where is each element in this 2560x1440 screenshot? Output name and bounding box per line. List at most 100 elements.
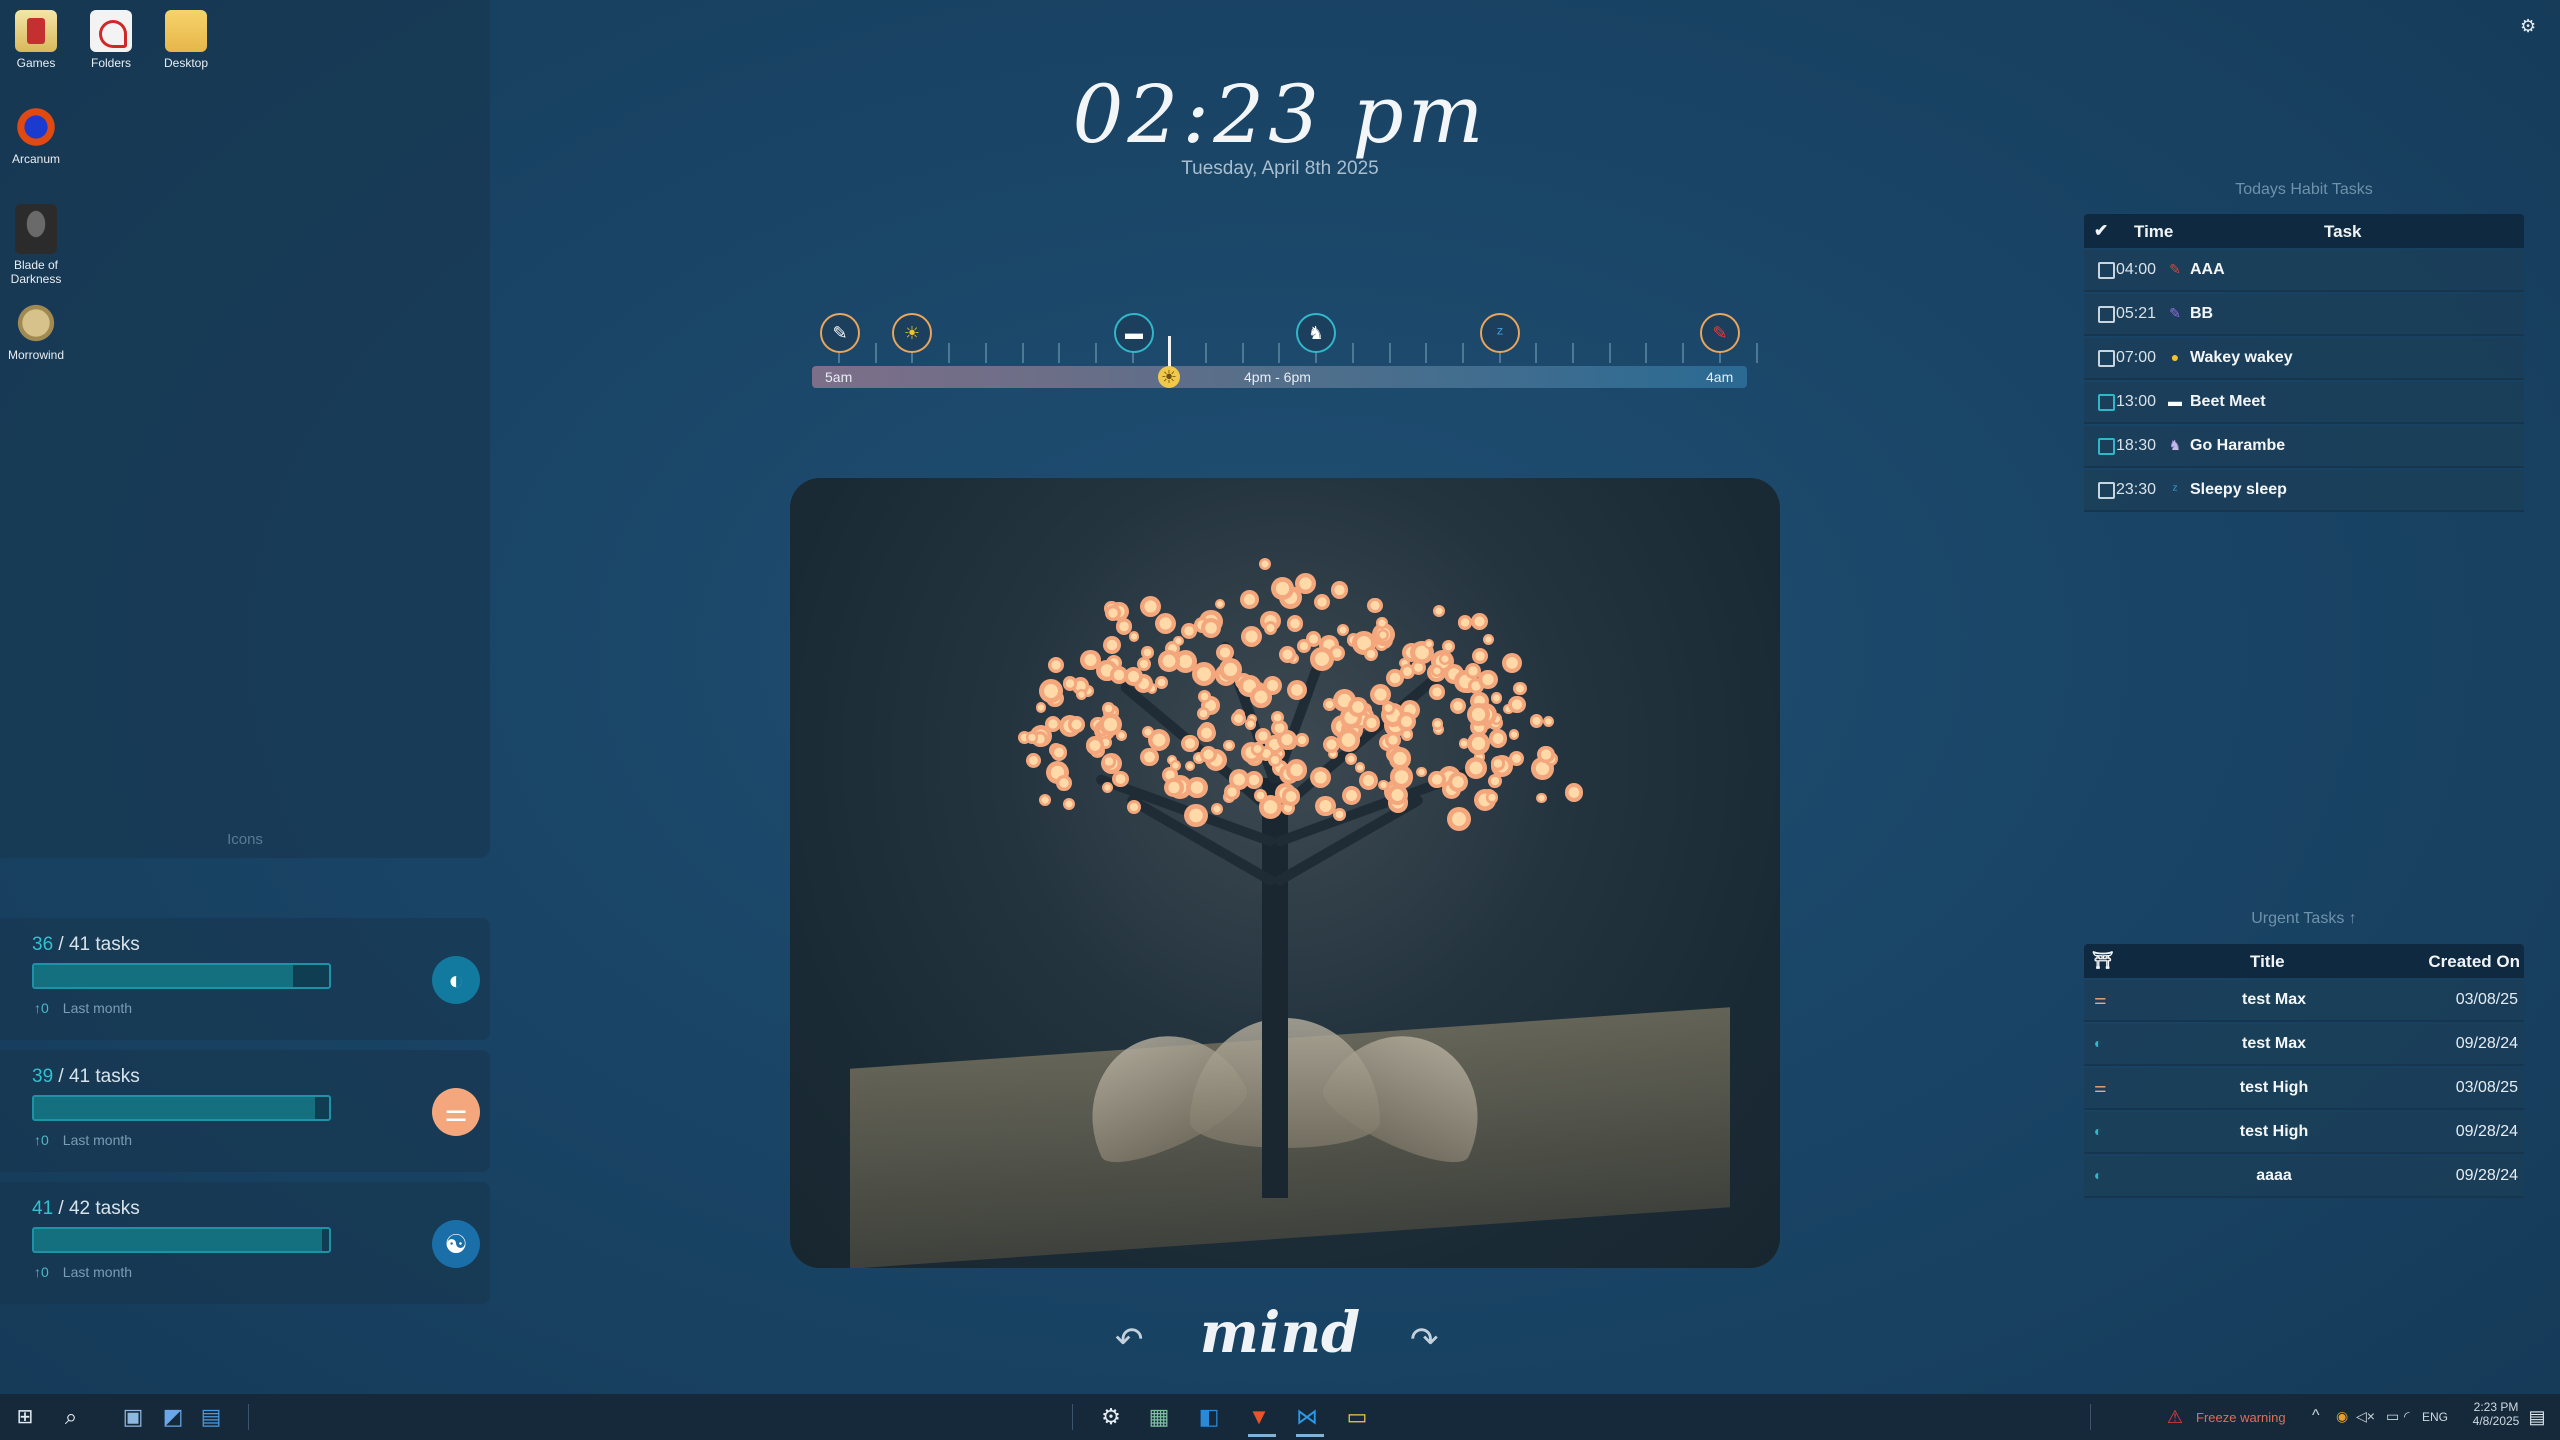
settings-gear-icon[interactable]: ⚙ — [1096, 1402, 1126, 1432]
blossom — [1192, 661, 1216, 686]
windows-icon[interactable]: ⊞ — [10, 1402, 40, 1432]
outlook-icon[interactable]: ◧ — [1194, 1402, 1224, 1432]
progress-bar — [32, 963, 331, 989]
gorilla-icon[interactable]: ♞ — [1296, 313, 1336, 353]
yin-yang-icon[interactable]: ☯ — [432, 1220, 480, 1268]
task-checkbox[interactable] — [2098, 306, 2115, 323]
pencil-icon[interactable]: ✎ — [820, 313, 860, 353]
task-checkbox[interactable] — [2098, 262, 2115, 279]
blossom — [1281, 787, 1300, 806]
blossom — [1267, 752, 1282, 767]
volume-mute-icon[interactable]: ◁× — [2356, 1408, 2375, 1425]
desktop-icon-folders[interactable]: Folders — [75, 10, 147, 70]
desktop-icon-blade-of-darkness[interactable]: Blade of Darkness — [0, 204, 72, 286]
blossom — [1376, 617, 1388, 629]
habit-task-row[interactable]: 05:21 ✎ BB — [2084, 294, 2524, 336]
task-checkbox[interactable] — [2098, 438, 2115, 455]
freeze-warning-text[interactable]: Freeze warning — [2196, 1410, 2286, 1425]
meeting-icon[interactable]: ▬ — [1114, 313, 1154, 353]
network-icon[interactable]: ▭ — [2386, 1408, 2399, 1425]
habit-task-row[interactable]: 04:00 ✎ AAA — [2084, 250, 2524, 292]
taskbar-clock-date: 4/8/2025 — [2472, 1414, 2520, 1428]
dumbbell-icon[interactable]: ⚌ — [432, 1088, 480, 1136]
timeline-tick — [1241, 343, 1244, 363]
chrome-tray-icon[interactable]: ◉ — [2336, 1408, 2348, 1425]
search-icon[interactable]: ⌕ — [56, 1402, 86, 1432]
timeline-tick — [948, 343, 951, 363]
progress-fill — [34, 1229, 322, 1251]
desktop-icon-arcanum[interactable]: Arcanum — [0, 106, 72, 166]
sleep-icon[interactable]: ᶻ — [1480, 313, 1520, 353]
pen-icon: ✎ — [2169, 261, 2181, 277]
blossom — [1224, 784, 1240, 800]
gear-icon[interactable]: ⚙ — [2520, 16, 2536, 37]
file-explorer-icon[interactable]: ▭ — [1342, 1402, 1372, 1432]
blade-of-darkness-icon — [15, 204, 57, 254]
blossom — [1099, 712, 1123, 736]
urgent-task-row[interactable]: ◐ test Max 09/28/24 — [2084, 1024, 2524, 1066]
blossom — [1336, 623, 1350, 637]
blossom — [1465, 757, 1487, 779]
blossom — [1215, 599, 1226, 610]
blossom — [1295, 573, 1316, 594]
urgent-task-row[interactable]: ⚌ test High 03/08/25 — [2084, 1068, 2524, 1110]
blossom — [1423, 638, 1434, 649]
task-time: 04:00 — [2116, 261, 2157, 278]
column-header-created[interactable]: Created On — [2428, 952, 2520, 972]
blossom — [1216, 643, 1234, 662]
games-icon — [15, 10, 57, 52]
language-indicator[interactable]: ENG — [2422, 1410, 2448, 1424]
blossom — [1035, 702, 1046, 713]
urgent-panel-title[interactable]: Urgent Tasks ↑ — [2084, 910, 2524, 928]
weather-warning-icon[interactable]: ⚠ — [2160, 1402, 2190, 1432]
blossom — [1508, 729, 1519, 740]
habit-task-row[interactable]: 13:00 ▬ Beet Meet — [2084, 382, 2524, 424]
taskbar-clock[interactable]: 2:23 PM 4/8/2025 — [2466, 1400, 2526, 1428]
pen-icon[interactable]: ✎ — [1700, 313, 1740, 353]
progress-count: 36 / 41 tasks — [32, 934, 140, 955]
recycle-bin-icon[interactable]: ▣ — [118, 1402, 148, 1432]
urgent-task-row[interactable]: ◐ test High 09/28/24 — [2084, 1112, 2524, 1154]
blossom — [1026, 752, 1042, 768]
wifi-icon[interactable]: ◜ — [2404, 1408, 2409, 1425]
desktop-icon-label: Folders — [90, 56, 131, 70]
desktop-icon-desktop[interactable]: Desktop — [150, 10, 222, 70]
blossom — [1239, 589, 1259, 609]
timeline-current-label: 4pm - 6pm — [1244, 369, 1311, 385]
chevron-up-icon[interactable]: ^ — [2312, 1407, 2320, 1425]
sun-icon[interactable]: ☀ — [892, 313, 932, 353]
timeline-tick — [1755, 343, 1758, 363]
notifications-icon[interactable]: ▤ — [2522, 1402, 2552, 1432]
next-focus-button[interactable]: ↷ — [1410, 1320, 1439, 1360]
control-panel-icon[interactable]: ▤ — [196, 1402, 226, 1432]
task-name: BB — [2190, 305, 2214, 322]
blossom — [1127, 799, 1142, 814]
urgent-task-date: 03/08/25 — [2455, 991, 2518, 1008]
habit-table-header: ✔ Time Task — [2084, 214, 2524, 248]
blossom — [1542, 716, 1554, 728]
habit-task-row[interactable]: 18:30 ♞ Go Harambe — [2084, 426, 2524, 468]
blossom — [1128, 631, 1140, 642]
blossom — [1140, 748, 1159, 767]
task-checkbox[interactable] — [2098, 394, 2115, 411]
calculator-icon[interactable]: ▦ — [1144, 1402, 1174, 1432]
desktop-icon-games[interactable]: Games — [0, 10, 72, 70]
urgent-task-row[interactable]: ⚌ test Max 03/08/25 — [2084, 980, 2524, 1022]
urgent-task-row[interactable]: ◐ aaaa 09/28/24 — [2084, 1156, 2524, 1198]
vscode-icon[interactable]: ⋈ — [1292, 1402, 1322, 1432]
blossom — [1330, 581, 1349, 599]
column-header-title[interactable]: Title — [2250, 952, 2285, 972]
blossom — [1449, 697, 1467, 715]
pinned-app-icon[interactable]: ◩ — [158, 1402, 188, 1432]
habit-task-row[interactable]: 07:00 ● Wakey wakey — [2084, 338, 2524, 380]
task-checkbox[interactable] — [2098, 350, 2115, 367]
blossom — [1250, 742, 1265, 756]
brain-icon[interactable]: ◐ — [432, 956, 480, 1004]
task-checkbox[interactable] — [2098, 482, 2115, 499]
brave-browser-icon[interactable]: ▼ — [1244, 1402, 1274, 1432]
blossom — [1508, 695, 1526, 714]
blossom — [1472, 648, 1489, 665]
prev-focus-button[interactable]: ↶ — [1115, 1320, 1144, 1360]
habit-task-row[interactable]: 23:30 ᶻ Sleepy sleep — [2084, 470, 2524, 512]
desktop-icon-morrowind[interactable]: Morrowind — [0, 302, 72, 362]
